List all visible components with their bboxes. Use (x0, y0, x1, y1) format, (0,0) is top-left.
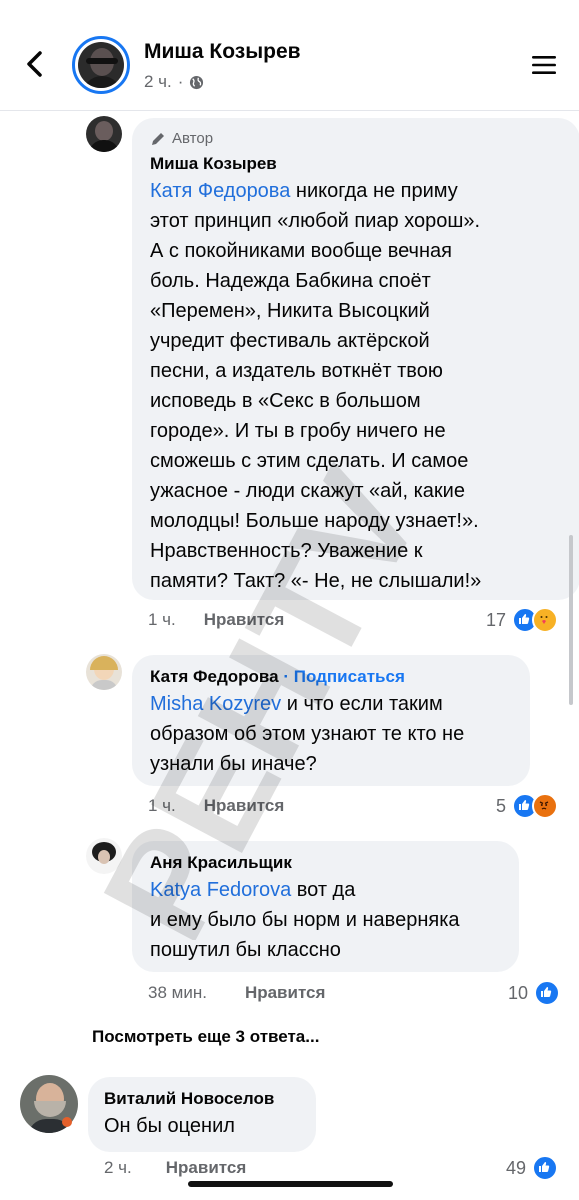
comment-text: Катя Федорова никогда не приму этот прин… (150, 180, 482, 592)
care-reaction-icon (532, 607, 559, 633)
post-time: 2 ч. (144, 72, 172, 91)
commenter-avatar-2[interactable] (86, 654, 122, 690)
comment-author-name[interactable]: Миша Козырев (150, 154, 277, 174)
like-button[interactable]: Нравится (204, 610, 285, 630)
comment-bubble-2: Катя Федорова · Подписаться Misha Kozyre… (132, 655, 530, 786)
like-button[interactable]: Нравится (204, 796, 285, 816)
reactions-4[interactable]: 49 (506, 1155, 559, 1181)
comment-time: 1 ч. (148, 610, 176, 629)
comment-bubble-3: Аня Красильщик Katya Fedorova вот да и е… (132, 841, 519, 972)
reaction-count: 5 (496, 795, 507, 816)
comment-time: 1 ч. (148, 796, 176, 815)
comment-bubble-4: Виталий Новоселов Он бы оценил (88, 1077, 316, 1152)
comment-actions-2: 1 ч. Нравится (148, 796, 284, 816)
reactions-1[interactable]: 17 (486, 607, 559, 633)
home-indicator (188, 1181, 393, 1187)
comment-time: 2 ч. (104, 1158, 132, 1177)
follow-button[interactable]: · Подписаться (283, 667, 405, 686)
reactions-3[interactable]: 10 (508, 980, 561, 1006)
comment-bubble-1: Автор Миша Козырев Катя Федорова никогда… (132, 118, 579, 600)
like-button[interactable]: Нравится (166, 1158, 247, 1178)
commenter-avatar-3[interactable] (86, 838, 122, 874)
notification-dot (62, 1117, 72, 1127)
mention-link[interactable]: Катя Федорова (150, 180, 290, 202)
pencil-icon (152, 132, 164, 145)
mention-link[interactable]: Katya Fedorova (150, 879, 291, 901)
comment-text: Katya Fedorova вот да и ему было бы норм… (150, 879, 460, 961)
like-reaction-icon (534, 980, 561, 1006)
mention-link[interactable]: Misha Kozyrev (150, 693, 281, 715)
angry-reaction-icon (532, 793, 559, 819)
comment-author-name[interactable]: Аня Красильщик (150, 853, 292, 873)
post-author-name[interactable]: Миша Козырев (144, 40, 301, 64)
comment-actions-4: 2 ч. Нравится (104, 1158, 246, 1178)
comment-author-name[interactable]: Катя Федорова (150, 667, 279, 686)
reactions-2[interactable]: 5 (496, 793, 559, 819)
meta-separator: · (177, 72, 184, 91)
comment-text: Misha Kozyrev и что если таким образом о… (150, 693, 465, 775)
reaction-count: 10 (508, 982, 529, 1003)
back-arrow-icon[interactable] (22, 50, 48, 78)
comment-time: 38 мин. (148, 983, 207, 1002)
post-meta: 2 ч. · (144, 72, 204, 92)
menu-icon[interactable] (532, 55, 556, 75)
comment-actions-3: 38 мин. Нравится (148, 983, 325, 1003)
comment-header: Катя Федорова · Подписаться (150, 667, 405, 687)
commenter-avatar-1[interactable] (86, 116, 122, 152)
comment-author-name[interactable]: Виталий Новоселов (104, 1089, 274, 1109)
reaction-count: 49 (506, 1157, 527, 1178)
like-button[interactable]: Нравится (245, 983, 326, 1003)
comment-text: Он бы оценил (104, 1115, 235, 1137)
reaction-count: 17 (486, 609, 507, 630)
view-more-replies-link[interactable]: Посмотреть еще 3 ответа... (92, 1027, 319, 1047)
author-badge: Автор (150, 130, 213, 147)
globe-icon (190, 75, 204, 89)
comment-actions-1: 1 ч. Нравится (148, 610, 284, 630)
like-reaction-icon (532, 1155, 559, 1181)
scrollbar[interactable] (569, 535, 573, 705)
author-avatar[interactable] (72, 36, 130, 94)
